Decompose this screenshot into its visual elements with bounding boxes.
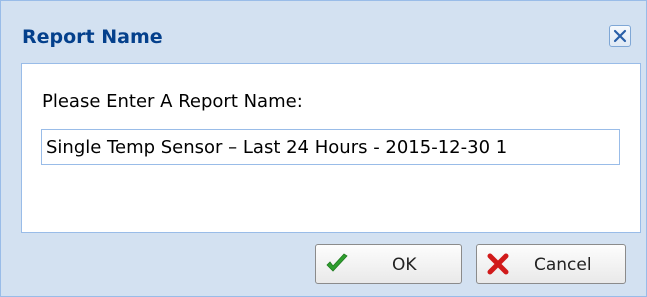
report-name-prompt: Please Enter A Report Name: xyxy=(42,91,303,112)
cancel-button[interactable]: Cancel xyxy=(476,244,626,284)
close-icon xyxy=(613,29,627,43)
report-name-dialog: Report Name Please Enter A Report Name: … xyxy=(0,0,647,297)
cancel-button-label: Cancel xyxy=(534,255,592,275)
report-name-input[interactable] xyxy=(41,129,620,165)
close-button[interactable] xyxy=(609,25,631,47)
checkmark-icon xyxy=(326,253,348,272)
dialog-titlebar[interactable]: Report Name xyxy=(1,1,646,57)
ok-button-label: OK xyxy=(392,255,417,275)
cross-icon xyxy=(487,253,509,275)
dialog-body: Please Enter A Report Name: xyxy=(21,63,641,233)
dialog-title: Report Name xyxy=(22,26,163,48)
ok-button[interactable]: OK xyxy=(315,244,462,284)
